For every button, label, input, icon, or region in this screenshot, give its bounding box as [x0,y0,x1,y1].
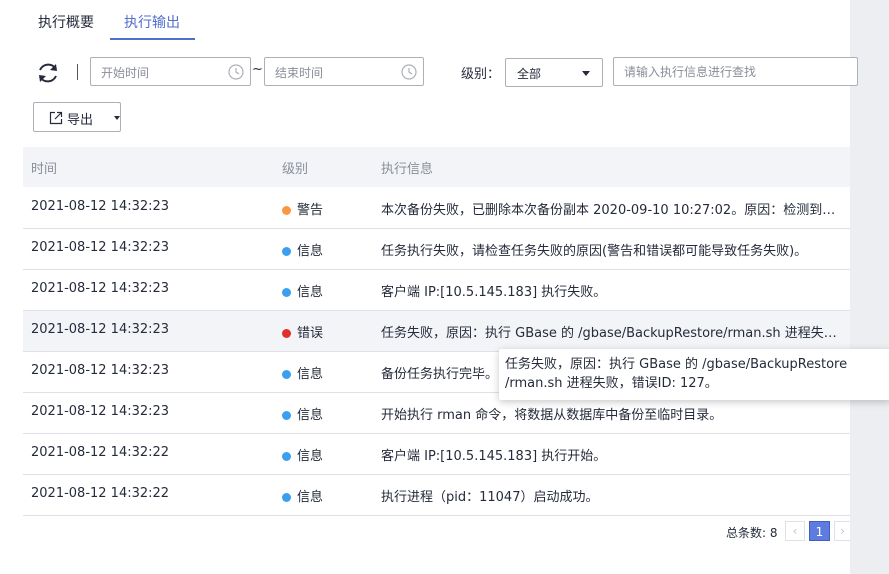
page-button-current[interactable]: 1 [809,521,830,541]
level-dot [282,493,291,502]
start-time-picker[interactable]: 开始时间 [90,57,251,86]
level-dot [282,288,291,297]
header-message: 执行信息 [381,162,434,177]
end-time-placeholder: 结束时间 [275,66,324,80]
tooltip-line: /rman.sh 进程失败，错误ID: 127。 [505,376,718,391]
clock-icon [401,64,417,80]
table-header: 时间 级别 执行信息 [23,147,850,187]
tab-execution-output[interactable]: 执行输出 [124,12,180,32]
row-message: 本次备份失败，已删除本次备份副本 2020-09-10 10:27:02。原因：… [381,203,843,218]
table-row[interactable]: 2021-08-12 14:32:23 信息 任务执行失败，请检查任务失败的原因… [23,229,850,270]
row-level: 警告 [282,199,323,219]
row-level: 信息 [282,404,323,424]
total-count: 总条数: 8 [726,526,778,540]
row-time: 2021-08-12 14:32:23 [31,281,170,296]
row-time: 2021-08-12 14:32:23 [31,322,170,337]
toolbar-divider [77,64,78,80]
row-message: 执行进程（pid：11047）启动成功。 [381,490,599,505]
row-time: 2021-08-12 14:32:23 [31,363,170,378]
level-filter-select[interactable]: 全部 [505,58,603,87]
row-message: 客户端 IP:[10.5.145.183] 执行开始。 [381,449,607,464]
export-label: 导出 [67,113,94,128]
header-level: 级别 [282,162,309,177]
tooltip-line: 任务失败，原因：执行 GBase 的 /gbase/BackupRestore [505,357,848,372]
row-level: 信息 [282,445,323,465]
table-row[interactable]: 2021-08-12 14:32:22 信息 客户端 IP:[10.5.145.… [23,434,850,475]
row-message: 任务执行失败，请检查任务失败的原因(警告和错误都可能导致任务失败)。 [381,244,808,259]
table-row[interactable]: 2021-08-12 14:32:23 错误 任务失败，原因：执行 GBase … [23,311,850,352]
level-dot [282,452,291,461]
caret-down-icon [114,116,120,120]
execution-output-panel: 执行概要 执行输出 开始时间 ~ 结束时间 级别： 全部 导出 [0,0,858,574]
row-time: 2021-08-12 14:32:23 [31,199,170,214]
level-dot [282,247,291,256]
level-dot [282,329,291,338]
row-message: 任务失败，原因：执行 GBase 的 /gbase/BackupRestore/… [381,326,843,341]
row-level: 信息 [282,240,323,260]
message-tooltip: 任务失败，原因：执行 GBase 的 /gbase/BackupRestore … [499,349,889,400]
row-level: 错误 [282,322,323,342]
start-time-placeholder: 开始时间 [101,66,150,80]
right-scroll-area [850,0,889,574]
export-icon [49,111,63,125]
header-time: 时间 [31,162,58,177]
refresh-icon[interactable] [35,60,61,86]
row-level: 信息 [282,363,323,383]
date-range-separator: ~ [252,62,263,77]
next-page-button[interactable]: › [834,521,850,541]
level-filter-value: 全部 [517,67,542,81]
level-filter-label: 级别： [461,67,501,82]
row-level: 信息 [282,486,323,506]
row-time: 2021-08-12 14:32:23 [31,404,170,419]
row-time: 2021-08-12 14:32:22 [31,486,170,501]
row-message: 开始执行 rman 命令，将数据从数据库中备份至临时目录。 [381,408,723,423]
level-dot [282,206,291,215]
table-row[interactable]: 2021-08-12 14:32:23 信息 客户端 IP:[10.5.145.… [23,270,850,311]
chevron-down-icon [582,71,590,76]
clock-icon [228,64,244,80]
table-row[interactable]: 2021-08-12 14:32:22 信息 执行进程（pid：11047）启动… [23,475,850,516]
row-time: 2021-08-12 14:32:22 [31,445,170,460]
level-dot [282,370,291,379]
search-input[interactable] [613,57,858,86]
row-time: 2021-08-12 14:32:23 [31,240,170,255]
prev-page-button[interactable]: ‹ [785,521,805,541]
active-tab-indicator [110,38,195,40]
row-level: 信息 [282,281,323,301]
row-message: 客户端 IP:[10.5.145.183] 执行失败。 [381,285,607,300]
export-button[interactable]: 导出 [33,102,121,132]
tab-execution-summary[interactable]: 执行概要 [38,12,94,32]
level-dot [282,411,291,420]
end-time-picker[interactable]: 结束时间 [264,57,424,86]
table-row[interactable]: 2021-08-12 14:32:23 警告 本次备份失败，已删除本次备份副本 … [23,188,850,229]
